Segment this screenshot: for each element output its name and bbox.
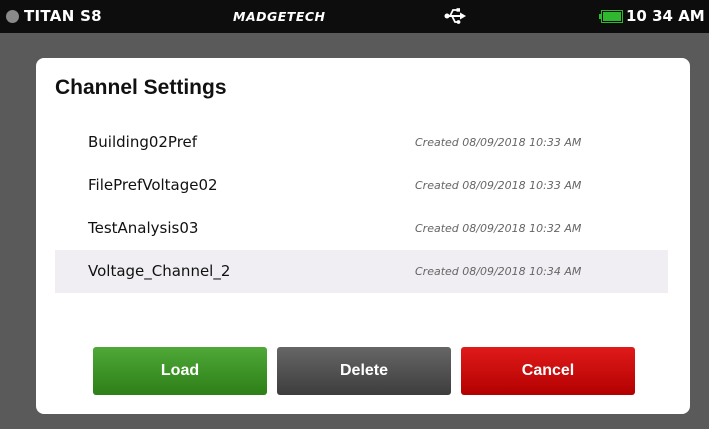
brand-logo: MADGETECH: [233, 9, 326, 24]
device-indicator-icon: [6, 10, 19, 23]
channel-item-selected[interactable]: Voltage_Channel_2 Created 08/09/2018 10:…: [55, 250, 668, 293]
channel-name: TestAnalysis03: [88, 219, 199, 237]
channel-settings-dialog: Channel Settings Building02Pref Created …: [36, 58, 690, 414]
channel-created-date: Created 08/09/2018 10:34 AM: [415, 265, 582, 278]
channel-list: Building02Pref Created 08/09/2018 10:33 …: [55, 121, 668, 293]
channel-created-date: Created 08/09/2018 10:33 AM: [415, 136, 582, 149]
channel-item[interactable]: TestAnalysis03 Created 08/09/2018 10:32 …: [55, 207, 668, 250]
load-button[interactable]: Load: [93, 347, 267, 395]
device-name: TITAN S8: [24, 7, 102, 25]
battery-icon: [599, 10, 623, 23]
channel-name: Voltage_Channel_2: [88, 262, 231, 280]
channel-item[interactable]: Building02Pref Created 08/09/2018 10:33 …: [55, 121, 668, 164]
usb-icon: [444, 8, 466, 24]
channel-name: FilePrefVoltage02: [88, 176, 218, 194]
channel-name: Building02Pref: [88, 133, 198, 151]
channel-created-date: Created 08/09/2018 10:32 AM: [415, 222, 582, 235]
channel-created-date: Created 08/09/2018 10:33 AM: [415, 179, 582, 192]
cancel-button[interactable]: Cancel: [461, 347, 635, 395]
clock: 10 34 AM: [626, 7, 705, 25]
channel-item[interactable]: FilePrefVoltage02 Created 08/09/2018 10:…: [55, 164, 668, 207]
delete-button[interactable]: Delete: [277, 347, 451, 395]
status-bar: TITAN S8 MADGETECH 10 34 AM: [0, 0, 709, 33]
dialog-title: Channel Settings: [55, 76, 227, 99]
